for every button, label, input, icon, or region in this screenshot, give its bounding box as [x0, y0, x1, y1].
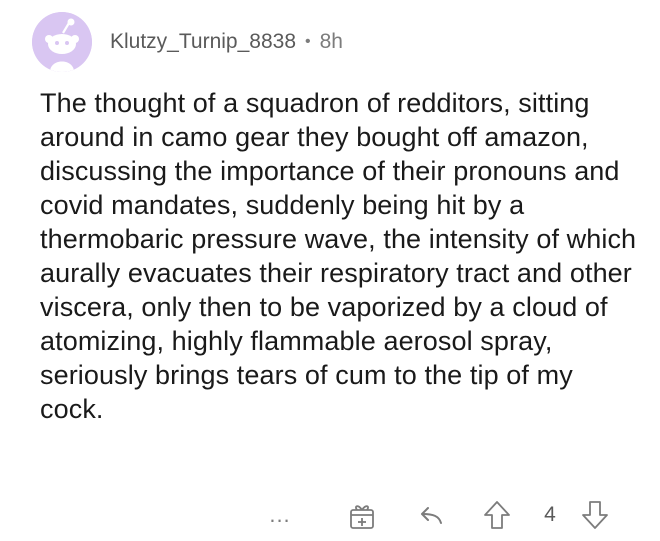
upvote-button[interactable] [480, 496, 514, 534]
award-button[interactable] [344, 498, 380, 534]
comment-meta: Klutzy_Turnip_8838 • 8h [110, 30, 343, 54]
more-icon: ... [269, 502, 291, 527]
reply-button[interactable] [412, 498, 448, 534]
meta-separator: • [305, 33, 311, 50]
downvote-icon [582, 501, 608, 529]
downvote-button[interactable] [578, 496, 612, 534]
reply-icon [421, 507, 442, 524]
comment-actions: ... 4 [0, 496, 660, 536]
comment-body: The thought of a squadron of redditors, … [40, 88, 637, 424]
upvote-icon [484, 501, 510, 529]
comment: Klutzy_Turnip_8838 • 8h The thought of a… [0, 0, 660, 541]
more-options-button[interactable]: ... [262, 500, 298, 530]
timestamp: 8h [319, 30, 343, 53]
award-icon [350, 505, 374, 529]
comment-header: Klutzy_Turnip_8838 • 8h [32, 12, 343, 72]
username[interactable]: Klutzy_Turnip_8838 [110, 30, 296, 54]
vote-score: 4 [544, 503, 556, 526]
avatar[interactable] [32, 12, 92, 72]
snoo-icon [32, 12, 92, 72]
